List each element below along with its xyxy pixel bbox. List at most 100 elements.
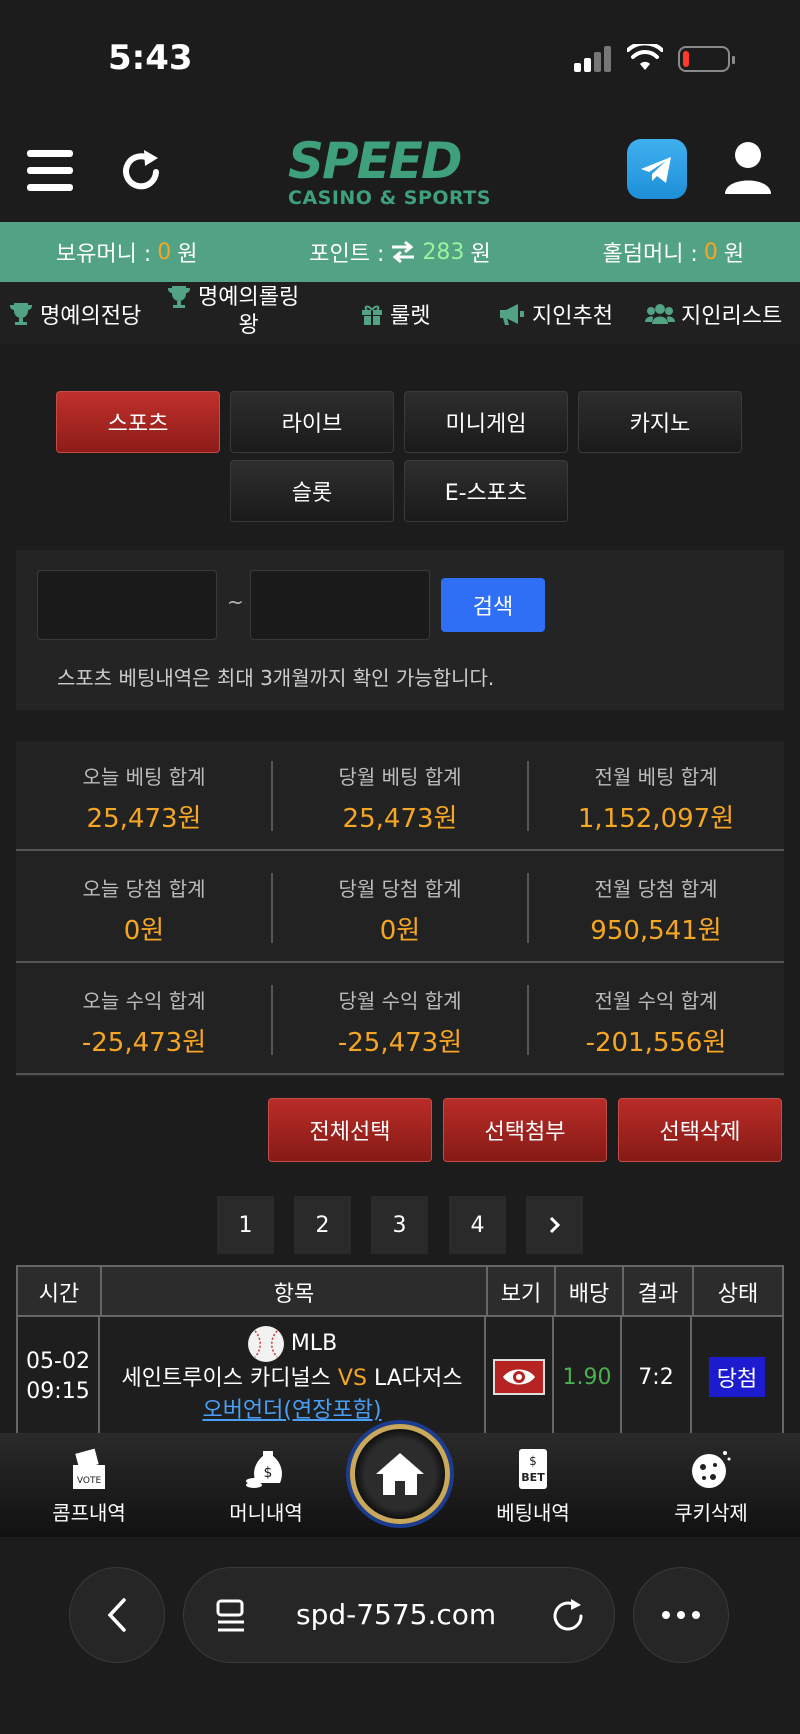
stat-row-win: 오늘 당첨 합계 0원 당월 당첨 합계 0원 전월 당첨 합계 950,541원	[16, 853, 784, 963]
browser-more-button[interactable]	[633, 1567, 729, 1663]
home-team: 세인트루이스 카디널스	[121, 1366, 331, 1391]
nav-rolling-king[interactable]: 명예의롤링 왕	[166, 284, 299, 340]
url-text: spd-7575.com	[296, 1598, 497, 1631]
stat-label: 오늘 당첨 합계	[82, 877, 206, 901]
nav-referral[interactable]: 지인추천	[498, 298, 613, 330]
select-all-button[interactable]: 전체선택	[268, 1098, 432, 1162]
cell-view	[486, 1317, 554, 1437]
home-button[interactable]	[350, 1424, 450, 1524]
stat-value: 25,473원	[86, 804, 202, 834]
vs-label: VS	[337, 1366, 367, 1391]
bottom-nav-label: 머니내역	[229, 1501, 303, 1525]
market-type: 오버언더(연장포함)	[202, 1398, 382, 1423]
delete-selected-button[interactable]: 선택삭제	[618, 1098, 782, 1162]
exchange-icon[interactable]	[390, 241, 416, 263]
users-icon	[645, 304, 675, 324]
address-bar[interactable]: spd-7575.com	[183, 1567, 615, 1663]
nav-referral-list[interactable]: 지인리스트	[645, 298, 782, 330]
table-row[interactable]: 05-02 09:15 MLB 세인트루이스 카디널스 VS LA다저스 오버언…	[16, 1317, 784, 1437]
tab-slot[interactable]: 슬롯	[230, 460, 394, 522]
away-team: LA다저스	[373, 1366, 463, 1391]
status-bar: 5:43	[0, 0, 800, 120]
stat-cell: 전월 베팅 합계 1,152,097원	[528, 741, 784, 851]
svg-text:$: $	[529, 1454, 537, 1468]
vote-box-icon: VOTE	[73, 1448, 105, 1489]
bottom-nav-money-history[interactable]: $ 머니내역	[196, 1447, 336, 1526]
page-3[interactable]: 3	[371, 1196, 428, 1254]
trophy-icon	[168, 286, 190, 308]
svg-text:VOTE: VOTE	[77, 1476, 102, 1486]
chevron-right-icon	[549, 1216, 560, 1234]
points-unit: 원	[470, 242, 491, 267]
tab-live[interactable]: 라이브	[230, 391, 394, 453]
cell-result: 7:2	[622, 1317, 692, 1437]
stat-label: 전월 베팅 합계	[594, 765, 718, 789]
nav-roulette[interactable]: 룰렛	[360, 298, 430, 330]
reload-icon[interactable]	[550, 1598, 586, 1634]
cell-status: 당첨	[692, 1317, 782, 1437]
page-1[interactable]: 1	[217, 1196, 274, 1254]
tab-minigame[interactable]: 미니게임	[404, 391, 568, 453]
stat-value: 0원	[123, 916, 165, 946]
tab-esports[interactable]: E-스포츠	[404, 460, 568, 522]
cookie-icon	[692, 1451, 731, 1488]
bottom-nav-bet-history[interactable]: BET $ 베팅내역	[463, 1447, 603, 1526]
nav-label: 룰렛	[390, 304, 431, 329]
stat-label: 전월 수익 합계	[594, 989, 718, 1013]
megaphone-icon	[500, 304, 524, 325]
search-button[interactable]: 검색	[441, 578, 545, 632]
baseball-icon	[247, 1326, 284, 1362]
more-dots-icon	[662, 1611, 700, 1619]
cell-time: 05-02 09:15	[18, 1317, 100, 1437]
user-profile-icon[interactable]	[723, 140, 773, 196]
battery-icon	[678, 46, 735, 72]
search-note: 스포츠 베팅내역은 최대 3개월까지 확인 가능합니다.	[57, 666, 495, 690]
held-money-value: 0	[157, 239, 172, 265]
trophy-icon	[10, 303, 32, 325]
start-date-input[interactable]	[37, 570, 217, 640]
stat-label: 오늘 베팅 합계	[82, 765, 206, 789]
betting-summary: 오늘 베팅 합계 25,473원 당월 베팅 합계 25,473원 전월 베팅 합계…	[16, 741, 784, 1077]
bottom-nav-label: 콤프내역	[52, 1501, 126, 1525]
svg-text:$: $	[264, 1465, 273, 1481]
bet-history-search: ~ 검색 스포츠 베팅내역은 최대 3개월까지 확인 가능합니다.	[16, 550, 784, 710]
telegram-icon[interactable]	[627, 139, 687, 199]
attach-selected-button[interactable]: 선택첨부	[443, 1098, 607, 1162]
points[interactable]: 포인트 : 283 원	[309, 236, 490, 268]
hamburger-menu-icon[interactable]	[27, 150, 73, 192]
nav-label: 지인추천	[532, 304, 613, 329]
eye-icon	[503, 1369, 535, 1385]
held-money-unit: 원	[177, 242, 198, 267]
tab-overview-icon[interactable]	[216, 1598, 248, 1634]
cell-odds: 1.90	[554, 1317, 622, 1437]
nav-hall-of-fame[interactable]: 명예의전당	[8, 298, 141, 330]
status-badge: 당첨	[708, 1357, 766, 1397]
stat-label: 전월 당첨 합계	[594, 877, 718, 901]
view-detail-button[interactable]	[493, 1359, 545, 1395]
site-logo[interactable]: SPEED CASINO & SPORTS	[288, 136, 518, 210]
bottom-nav-comp-history[interactable]: VOTE 콤프내역	[19, 1447, 159, 1526]
refresh-icon[interactable]	[118, 148, 164, 194]
date-range-separator: ~	[227, 590, 244, 614]
logo-wordmark: SPEED	[288, 132, 462, 190]
stat-value: 0원	[379, 916, 421, 946]
table-header: 시간 항목 보기 배당 결과 상태	[16, 1265, 784, 1317]
bottom-nav-delete-cookies[interactable]: 쿠키삭제	[641, 1447, 781, 1526]
page-4[interactable]: 4	[449, 1196, 506, 1254]
league-name: MLB	[290, 1331, 338, 1356]
stat-cell: 오늘 베팅 합계 25,473원	[16, 741, 272, 851]
col-time: 시간	[18, 1267, 102, 1317]
bottom-nav-label: 베팅내역	[496, 1501, 570, 1525]
page-2[interactable]: 2	[294, 1196, 351, 1254]
stat-value: -25,473원	[81, 1028, 207, 1058]
tab-casino[interactable]: 카지노	[578, 391, 742, 453]
stat-label: 오늘 수익 합계	[82, 989, 206, 1013]
quick-nav: 명예의전당 명예의롤링 왕 룰렛 지인추천 지인리스트	[0, 282, 800, 344]
tab-sports[interactable]: 스포츠	[56, 391, 220, 453]
end-date-input[interactable]	[250, 570, 430, 640]
browser-back-button[interactable]	[69, 1567, 165, 1663]
stat-value: -201,556원	[585, 1028, 727, 1058]
money-bag-icon: $	[246, 1451, 282, 1488]
stat-row-bet: 오늘 베팅 합계 25,473원 당월 베팅 합계 25,473원 전월 베팅 합계…	[16, 741, 784, 851]
next-page-button[interactable]	[526, 1196, 583, 1254]
